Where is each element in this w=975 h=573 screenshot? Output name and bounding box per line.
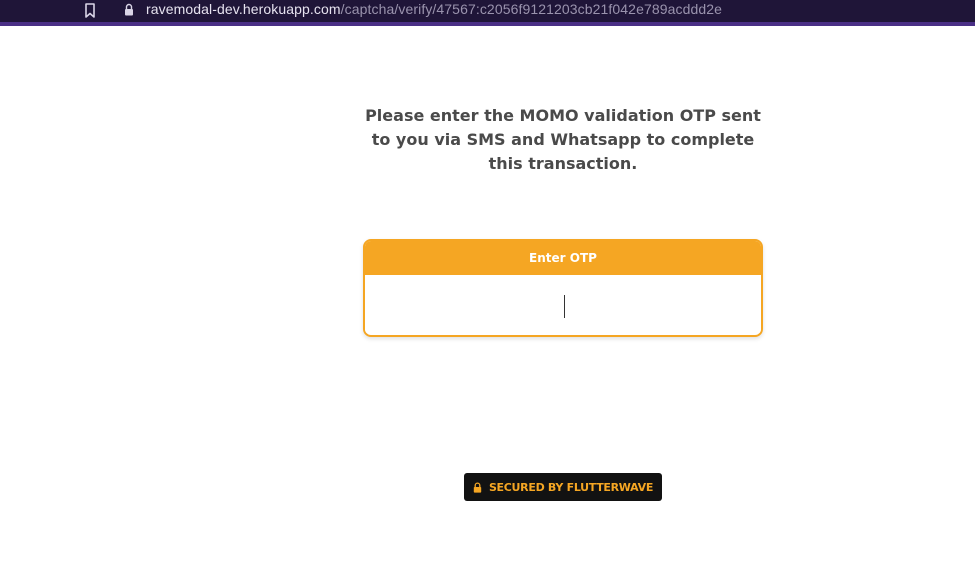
text-caret	[564, 295, 565, 318]
url-host: ravemodal-dev.herokuapp.com	[146, 1, 341, 17]
secured-by-label: SECURED BY FLUTTERWAVE	[488, 480, 654, 494]
otp-header: Enter OTP	[365, 241, 761, 275]
otp-card: Enter OTP	[363, 239, 763, 337]
bookmark-icon[interactable]	[84, 3, 96, 18]
secured-by-badge: SECURED BY FLUTTERWAVE	[464, 473, 662, 501]
lock-icon	[473, 481, 482, 493]
url-path: /captcha/verify/47567:c2056f9121203cb21f…	[340, 1, 723, 17]
otp-instructions: Please enter the MOMO validation OTP sen…	[365, 106, 761, 173]
browser-address-bar: ravemodal-dev.herokuapp.com/captcha/veri…	[0, 0, 975, 26]
lock-icon[interactable]	[124, 3, 134, 16]
url-text[interactable]: ravemodal-dev.herokuapp.com/captcha/veri…	[146, 1, 722, 18]
otp-input[interactable]	[365, 275, 761, 333]
